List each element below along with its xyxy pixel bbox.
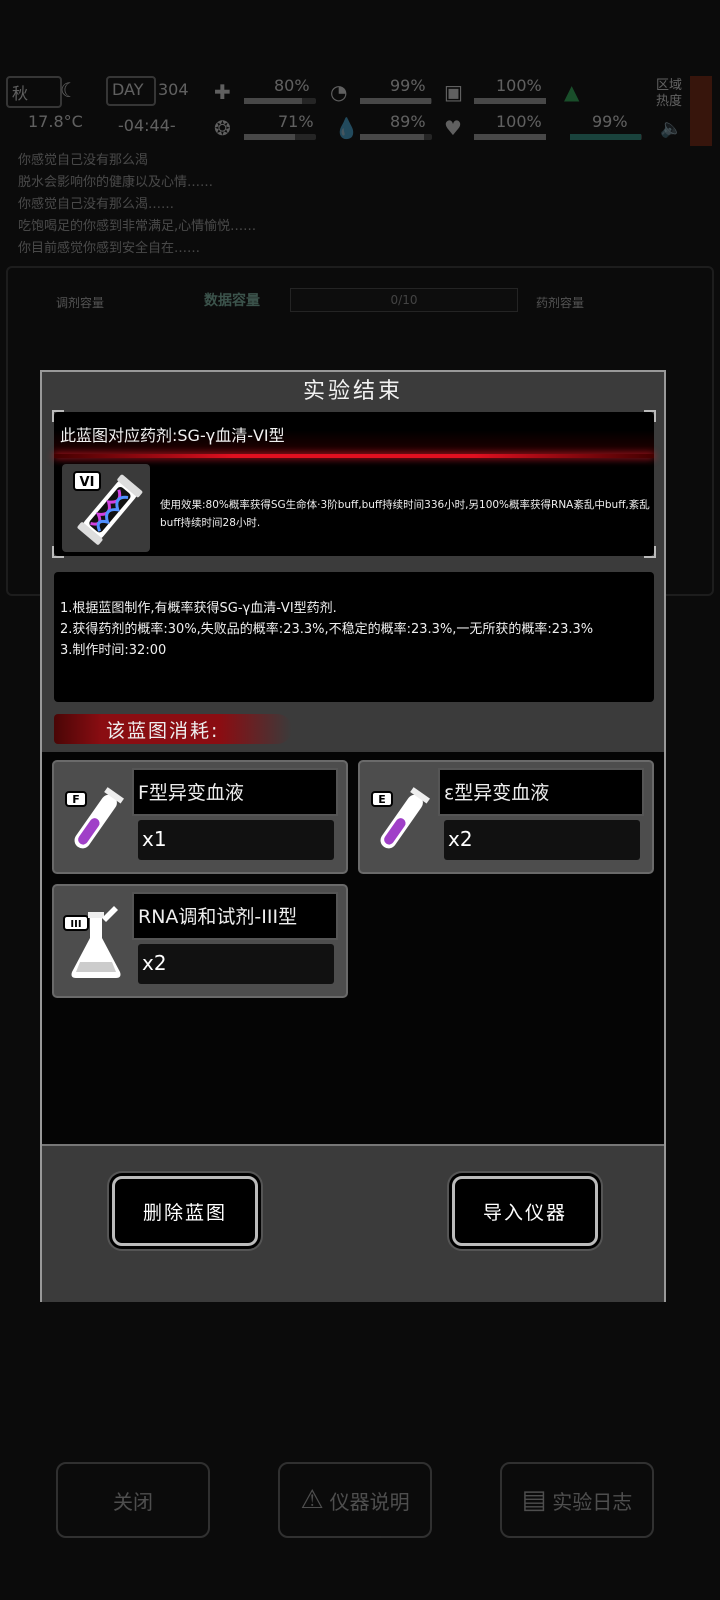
materials-area: F F型异变血液 x1 Ε ε型异变血液 x2 III RNA调和试剂-III型…	[42, 752, 664, 1144]
test-tube-icon: F	[58, 768, 128, 866]
warning-icon: ⚠	[300, 1485, 324, 1515]
water-drop-icon: 💧	[334, 116, 359, 140]
message-line: 你感觉自己没有那么渴……	[18, 197, 175, 212]
left-capacity-label: 调剂容量	[56, 296, 105, 310]
temperature-readout: 17.8°C	[28, 112, 83, 131]
experiment-log-button[interactable]: ▤ 实验日志	[500, 1462, 654, 1538]
water-value: 89%	[390, 112, 426, 131]
material-qty: x2	[444, 820, 640, 860]
energy-icon: ▲	[564, 80, 580, 104]
frame-corner	[644, 546, 656, 558]
status-hud: 秋 ☾ 17.8°C DAY 304 -04:44- ✚ 80% ◔ 99% ▣…	[0, 70, 720, 150]
material-name: RNA调和试剂-III型	[132, 892, 338, 940]
data-capacity-title: 数据容量	[204, 293, 260, 309]
material-badge: F	[72, 793, 80, 806]
material-card[interactable]: F F型异变血液 x1	[52, 760, 348, 874]
blueprint-card: 此蓝图对应药剂:SG-γ血清-VI型 VI 使用效果:80%概率获得SG生命体·…	[52, 410, 656, 558]
stomach-icon: ◔	[330, 80, 348, 104]
dialog-title: 实验结束	[302, 379, 403, 404]
blueprint-header: 此蓝图对应药剂:SG-γ血清-VI型	[60, 426, 285, 445]
region-heat-meter	[690, 76, 712, 146]
test-tube-icon: Ε	[364, 768, 434, 866]
import-instrument-button[interactable]: 导入仪器	[452, 1176, 598, 1246]
material-badge: III	[70, 919, 81, 930]
blueprint-description: 使用效果:80%概率获得SG生命体·3阶buff,buff持续时间336小时,另…	[160, 499, 650, 529]
stomach-bar	[360, 98, 432, 104]
close-label: 关闭	[113, 1489, 153, 1514]
instrument-info-button[interactable]: ⚠ 仪器说明	[278, 1462, 432, 1538]
consumption-banner: 该蓝图消耗:	[54, 708, 294, 748]
info-line: 2.获得药剂的概率:30%,失败品的概率:23.3%,不稳定的概率:23.3%,…	[60, 622, 594, 637]
stamina-bar	[474, 98, 546, 104]
speaker-icon[interactable]: 🔈	[660, 118, 682, 139]
health-bar	[244, 98, 316, 104]
badge-text: VI	[80, 475, 95, 490]
health-value: 80%	[274, 76, 310, 95]
right-capacity-label: 药剂容量	[536, 296, 585, 310]
water-bar	[360, 134, 432, 140]
material-card[interactable]: Ε ε型异变血液 x2	[358, 760, 654, 874]
heart-icon: ♥	[444, 116, 462, 140]
info-line: 3.制作时间:32:00	[60, 643, 167, 658]
heart-bar	[474, 134, 546, 140]
energy-bar	[570, 134, 642, 140]
material-card[interactable]: III RNA调和试剂-III型 x2	[52, 884, 348, 998]
serum-vial-icon: VI	[62, 464, 150, 552]
heart-value: 100%	[496, 112, 542, 131]
consumption-label: 该蓝图消耗:	[106, 720, 220, 742]
bottom-bar: 关闭 ⚠ 仪器说明 ▤ 实验日志	[0, 1462, 720, 1542]
data-capacity-field: 0/10	[290, 288, 518, 312]
material-qty: x1	[138, 820, 334, 860]
experiment-result-dialog: 实验结束 此蓝图对应药剂:SG-γ血清-VI型 VI 使用效果:80%概率获得S…	[40, 370, 666, 1302]
info-line: 1.根据蓝图制作,有概率获得SG-γ血清-VI型药剂.	[60, 601, 337, 616]
message-line: 吃饱喝足的你感到非常满足,心情愉悦……	[18, 219, 257, 234]
day-number: 304	[158, 80, 189, 99]
medkit-icon: ✚	[214, 80, 231, 104]
delete-blueprint-button[interactable]: 删除蓝图	[112, 1176, 258, 1246]
header-red-line	[54, 454, 654, 458]
stamina-value: 100%	[496, 76, 542, 95]
season-label: 秋	[12, 84, 29, 103]
message-line: 你目前感觉你感到安全自在……	[18, 241, 201, 256]
message-line: 你感觉自己没有那么渴	[18, 153, 149, 168]
day-label: DAY	[112, 80, 144, 99]
stomach-value: 99%	[390, 76, 426, 95]
material-badge: Ε	[378, 793, 386, 806]
close-button[interactable]: 关闭	[56, 1462, 210, 1538]
region-heat-label: 区域热度	[656, 78, 683, 109]
experiment-log-label: 实验日志	[552, 1489, 633, 1514]
document-icon: ▤	[521, 1485, 547, 1515]
message-log: 你感觉自己没有那么渴 脱水会影响你的健康以及心情…… 你感觉自己没有那么渴…… …	[18, 150, 698, 260]
dialog-footer: 删除蓝图 导入仪器	[42, 1144, 664, 1302]
brain-icon: ❂	[214, 116, 231, 140]
material-qty: x2	[138, 944, 334, 984]
flask-icon: III	[58, 892, 128, 990]
instrument-info-label: 仪器说明	[329, 1489, 410, 1514]
energy-value: 99%	[592, 112, 628, 131]
clock-readout: -04:44-	[118, 116, 176, 135]
material-name: ε型异变血液	[438, 768, 644, 816]
material-name: F型异变血液	[132, 768, 338, 816]
blueprint-info: 1.根据蓝图制作,有概率获得SG-γ血清-VI型药剂. 2.获得药剂的概率:30…	[54, 572, 654, 702]
moon-icon: ☾	[60, 78, 78, 102]
mood-bar	[244, 134, 316, 140]
message-line: 脱水会影响你的健康以及心情……	[18, 175, 214, 190]
mood-value: 71%	[278, 112, 314, 131]
stamina-icon: ▣	[444, 80, 463, 104]
